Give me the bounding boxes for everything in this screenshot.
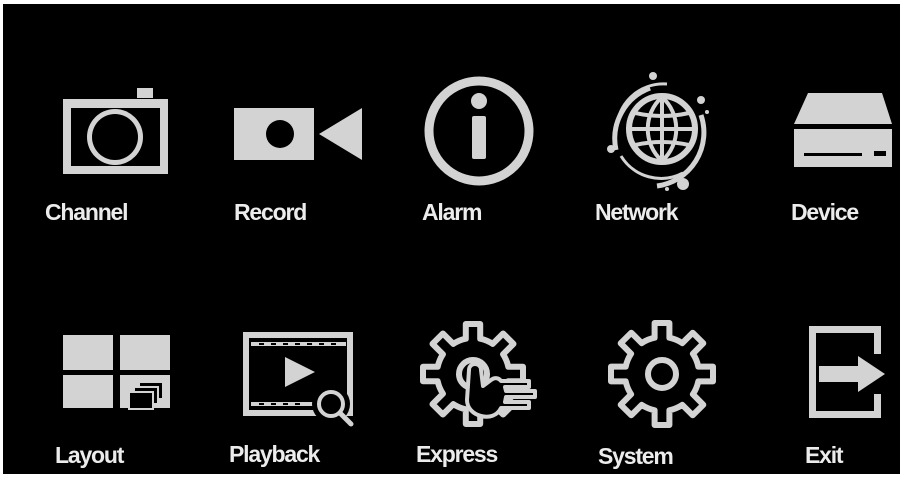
menu-label-system: System [598,443,674,469]
menu-item-system[interactable]: System [583,244,763,474]
menu-item-layout[interactable]: Layout [3,244,173,474]
gear-hand-icon [420,321,537,427]
menu-label-exit: Exit [805,442,844,468]
menu-label-channel: Channel [45,199,129,225]
menu-item-network[interactable]: Network [583,4,763,234]
menu-item-exit[interactable]: Exit [773,244,900,474]
video-search-icon [243,332,354,427]
menu-label-express: Express [416,441,498,467]
multi-window-layout-icon [63,335,170,410]
menu-item-channel[interactable]: Channel [3,4,173,234]
menu-label-record: Record [234,199,307,225]
menu-label-device: Device [791,199,859,225]
exit-door-icon [809,326,885,418]
menu-item-record[interactable]: Record [203,4,373,234]
menu-label-alarm: Alarm [422,199,482,225]
main-menu-screen: Channel Record Alarm Network Device Layo… [3,4,900,474]
menu-label-layout: Layout [55,442,124,468]
menu-label-network: Network [595,199,679,225]
menu-item-device[interactable]: Device [773,4,900,234]
menu-item-alarm[interactable]: Alarm [403,4,573,234]
menu-label-playback: Playback [229,441,320,467]
menu-item-playback[interactable]: Playback [203,244,373,474]
gear-icon [608,320,716,428]
menu-item-express[interactable]: Express [403,244,573,474]
